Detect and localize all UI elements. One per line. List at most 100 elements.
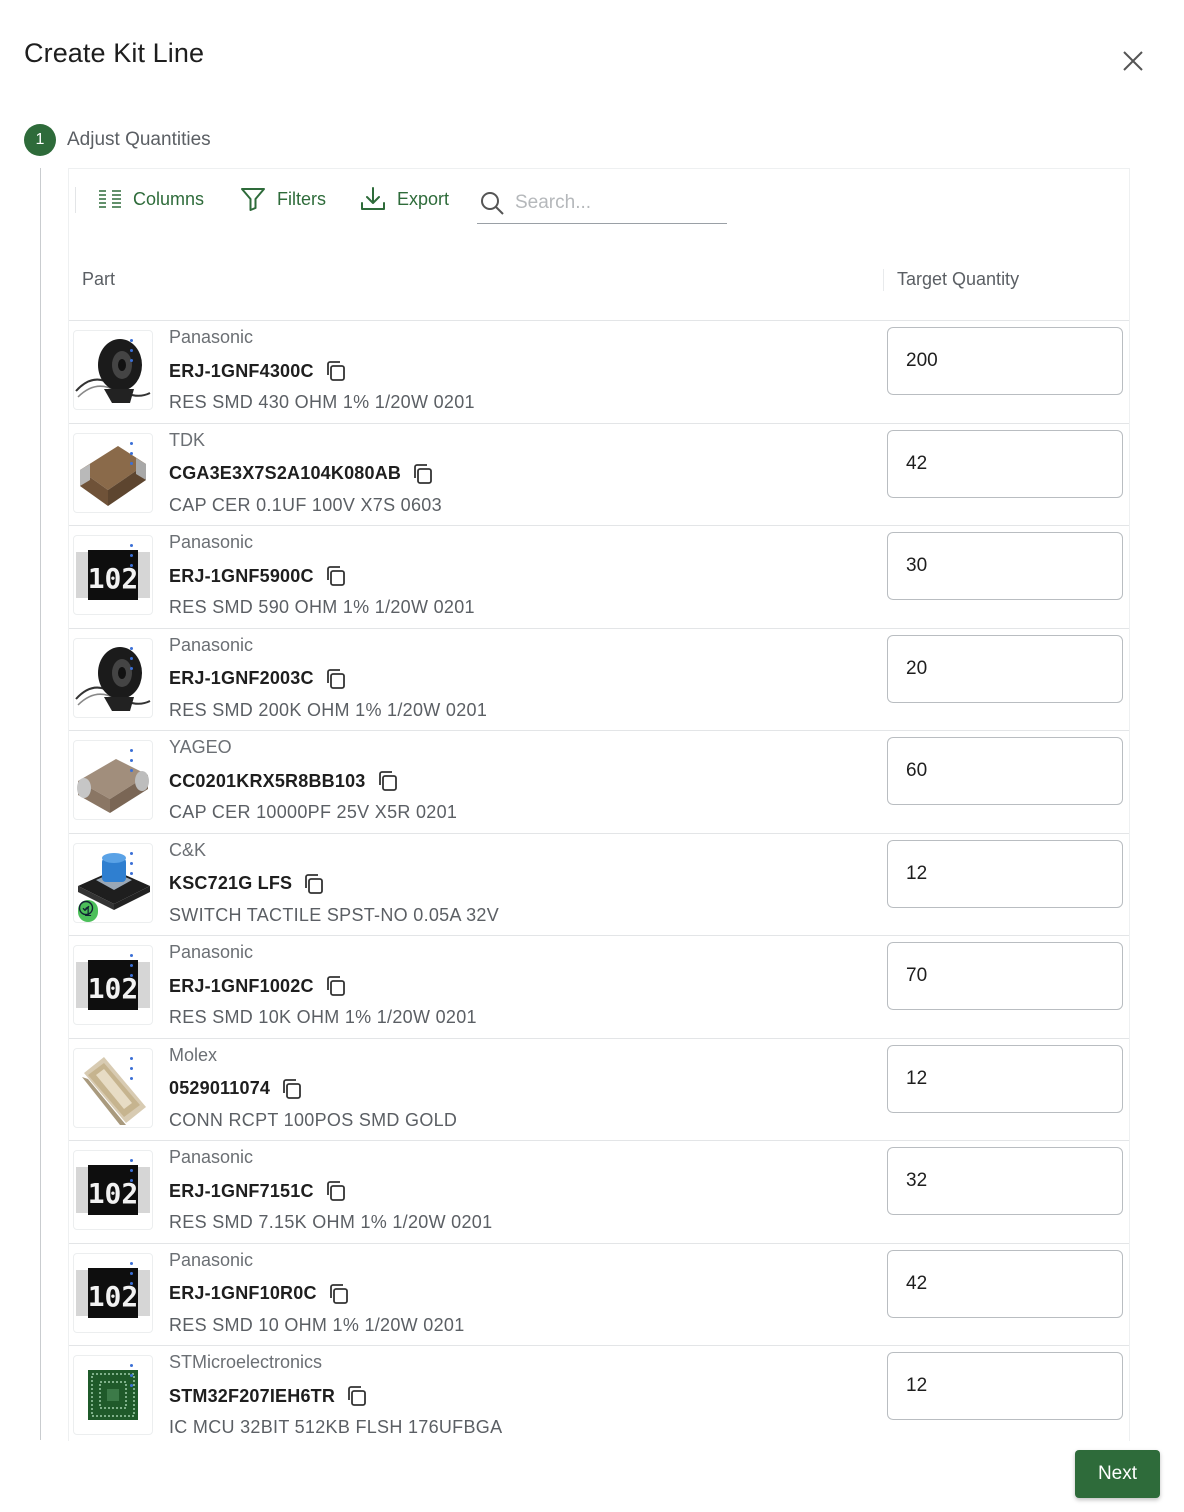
column-header-part[interactable]: Part [82, 269, 115, 290]
part-number-text: ERJ-1GNF2003C [169, 668, 314, 688]
copy-icon[interactable] [324, 667, 348, 691]
step-number-badge: 1 [24, 124, 56, 156]
target-quantity-input[interactable] [887, 737, 1123, 805]
part-number: 0529011074 [169, 1077, 304, 1101]
part-number-text: CC0201KRX5R8BB103 [169, 770, 366, 791]
part-image [73, 740, 153, 820]
manufacturer: Panasonic [169, 327, 254, 347]
table-row[interactable]: STMicroelectronics STM32F207IEH6TR IC MCU … [69, 1346, 1129, 1441]
copy-icon[interactable] [324, 564, 348, 588]
table-row[interactable]: 102 Panasonic ERJ-1GNF1002C RES SMD 10K OHM… [69, 936, 1129, 1039]
manufacturer: Panasonic [169, 532, 254, 552]
page-title: Create Kit Line [24, 38, 205, 68]
part-number: CGA3E3X7S2A104K080AB [169, 462, 435, 486]
filter-icon [241, 188, 265, 211]
copy-icon[interactable] [411, 462, 435, 486]
manufacturer: Panasonic [169, 634, 254, 655]
target-quantity-input[interactable] [887, 634, 1123, 703]
part-description: RES SMD 200K OHM 1% 1/20W 0201 [169, 699, 488, 720]
copy-icon[interactable] [324, 974, 348, 998]
part-image: 102 [73, 1252, 153, 1333]
part-image: 1 [73, 842, 153, 923]
part-number: ERJ-1GNF4300C [169, 359, 348, 383]
part-image [73, 1047, 153, 1128]
column-separator [883, 269, 884, 291]
close-icon[interactable] [1116, 44, 1150, 78]
table-row[interactable]: 102 Panasonic ERJ-1GNF5900C RES SMD 590 OHM… [69, 526, 1129, 629]
table-row[interactable]: 102 Panasonic ERJ-1GNF10R0C RES SMD 10 OHM … [69, 1244, 1129, 1346]
target-quantity-input[interactable] [887, 327, 1123, 395]
copy-icon[interactable] [324, 1179, 348, 1203]
part-description: RES SMD 590 OHM 1% 1/20W 0201 [169, 597, 475, 617]
toolbar-divider [75, 187, 76, 213]
target-quantity-input[interactable] [887, 942, 1123, 1010]
part-image [73, 637, 153, 718]
manufacturer: Panasonic [169, 1147, 254, 1167]
manufacturer: TDK [169, 429, 205, 450]
parts-grid: Columns Filters Export Part Target Quant… [68, 168, 1130, 1441]
manufacturer: Molex [169, 1044, 218, 1065]
part-description: IC MCU 32BIT 512KB FLSH 176UFBGA [169, 1417, 503, 1437]
step-label: Adjust Quantities [67, 129, 211, 150]
next-button[interactable]: Next [1075, 1450, 1160, 1498]
stock-badge: 1 [78, 899, 98, 922]
columns-button[interactable]: Columns [97, 183, 204, 215]
search-icon [481, 192, 504, 215]
target-quantity-input[interactable] [887, 532, 1123, 600]
copy-icon[interactable] [324, 359, 348, 383]
part-description: RES SMD 7.15K OHM 1% 1/20W 0201 [169, 1212, 493, 1232]
copy-icon[interactable] [302, 872, 326, 896]
drag-dots [130, 646, 133, 677]
target-quantity-input[interactable] [887, 1352, 1123, 1420]
search-input[interactable] [515, 192, 715, 214]
grid-body: Panasonic ERJ-1GNF4300C RES SMD 430 OHM 1%… [69, 321, 1129, 1441]
part-number: ERJ-1GNF1002C [169, 974, 348, 998]
part-number-text: CGA3E3X7S2A104K080AB [169, 463, 402, 483]
table-row[interactable]: 1 C&K KSC721G LFS SWITCH TACTILE SPST-NO 0.… [69, 834, 1129, 936]
part-number-text: ERJ-1GNF5900C [169, 565, 314, 586]
export-icon [361, 187, 385, 210]
drag-dots [130, 749, 133, 779]
filters-button[interactable]: Filters [239, 183, 326, 215]
drag-dots [130, 339, 133, 369]
target-quantity-input[interactable] [887, 1044, 1123, 1113]
table-row[interactable]: 102 Panasonic ERJ-1GNF7151C RES SMD 7.15K O… [69, 1141, 1129, 1244]
search-field[interactable] [477, 183, 727, 224]
part-number: ERJ-1GNF2003C [169, 667, 348, 691]
manufacturer: YAGEO [169, 737, 232, 757]
part-image: 102 [73, 945, 153, 1025]
part-image [73, 330, 153, 410]
table-row[interactable]: TDK CGA3E3X7S2A104K080AB CAP CER 0.1UF 100… [69, 424, 1129, 526]
part-image [73, 1355, 153, 1435]
part-description: CONN RCPT 100POS SMD GOLD [169, 1109, 458, 1130]
manufacturer: Panasonic [169, 942, 254, 962]
table-row[interactable]: YAGEO CC0201KRX5R8BB103 CAP CER 10000PF 25… [69, 731, 1129, 834]
export-button[interactable]: Export [359, 183, 449, 215]
export-label: Export [397, 188, 450, 209]
part-number: ERJ-1GNF10R0C [169, 1282, 351, 1306]
copy-icon[interactable] [376, 769, 400, 793]
drag-dots [130, 954, 133, 984]
part-number: ERJ-1GNF5900C [169, 564, 348, 588]
drag-dots [130, 544, 133, 574]
copy-icon[interactable] [345, 1384, 369, 1408]
part-description: RES SMD 430 OHM 1% 1/20W 0201 [169, 392, 475, 412]
table-row[interactable]: Panasonic ERJ-1GNF4300C RES SMD 430 OHM 1%… [69, 321, 1129, 424]
target-quantity-input[interactable] [887, 1249, 1123, 1318]
target-quantity-input[interactable] [887, 429, 1123, 498]
grid-toolbar: Columns Filters Export [69, 169, 1129, 239]
copy-icon[interactable] [280, 1077, 304, 1101]
part-number: STM32F207IEH6TR [169, 1384, 369, 1408]
manufacturer: STMicroelectronics [169, 1352, 323, 1372]
column-header-target-quantity[interactable]: Target Quantity [897, 269, 1019, 290]
part-number-text: 0529011074 [169, 1078, 271, 1098]
manufacturer: Panasonic [169, 1249, 254, 1270]
table-row[interactable]: Molex 0529011074 CONN RCPT 100POS SMD GOLD [69, 1039, 1129, 1141]
target-quantity-input[interactable] [887, 839, 1123, 908]
table-row[interactable]: Panasonic ERJ-1GNF2003C RES SMD 200K OHM 1… [69, 629, 1129, 731]
target-quantity-input[interactable] [887, 1147, 1123, 1215]
copy-icon[interactable] [327, 1282, 351, 1306]
part-description: SWITCH TACTILE SPST-NO 0.05A 32V [169, 904, 500, 925]
part-number-text: KSC721G LFS [169, 873, 293, 893]
drag-dots [130, 1261, 133, 1292]
